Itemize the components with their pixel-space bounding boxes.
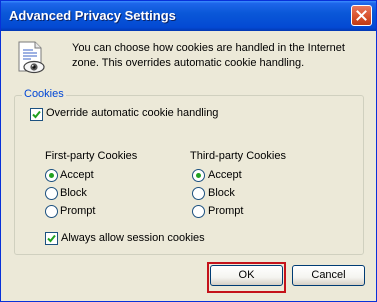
third-party-accept-radio[interactable] [192,169,205,182]
first-party-heading: First-party Cookies [45,150,138,162]
first-party-prompt-radio[interactable] [45,205,58,218]
third-party-prompt-label[interactable]: Prompt [208,205,243,217]
info-description: You can choose how cookies are handled i… [72,42,345,69]
first-party-accept-radio[interactable] [45,169,58,182]
third-party-prompt-radio[interactable] [192,205,205,218]
ok-button[interactable]: OK [210,265,283,286]
third-party-block-label[interactable]: Block [208,187,235,199]
third-party-block-radio[interactable] [192,187,205,200]
radio-selected-dot [49,173,54,178]
third-party-accept-label[interactable]: Accept [208,169,242,181]
third-party-heading: Third-party Cookies [190,150,286,162]
first-party-prompt-label[interactable]: Prompt [60,205,95,217]
cookies-groupbox: Cookies Override automatic cookie handli… [14,88,364,255]
session-cookies-label[interactable]: Always allow session cookies [61,232,205,244]
first-party-block-radio[interactable] [45,187,58,200]
session-cookies-checkbox[interactable] [45,232,58,245]
checkmark-icon [32,110,41,119]
close-icon [356,10,367,21]
radio-selected-dot [196,173,201,178]
dialog-title: Advanced Privacy Settings [9,8,176,23]
first-party-block-label[interactable]: Block [60,187,87,199]
checkmark-icon [47,234,56,243]
privacy-document-eye-icon [18,41,45,74]
cookies-group-label: Cookies [22,88,66,100]
close-button[interactable] [351,5,372,26]
first-party-accept-label[interactable]: Accept [60,169,94,181]
title-bar[interactable]: Advanced Privacy Settings [1,1,376,31]
advanced-privacy-dialog: Advanced Privacy Settings You can choose… [0,0,377,302]
dialog-content: You can choose how cookies are handled i… [1,31,376,301]
override-checkbox[interactable] [30,108,43,121]
cancel-button[interactable]: Cancel [292,265,365,286]
override-label[interactable]: Override automatic cookie handling [46,107,218,119]
